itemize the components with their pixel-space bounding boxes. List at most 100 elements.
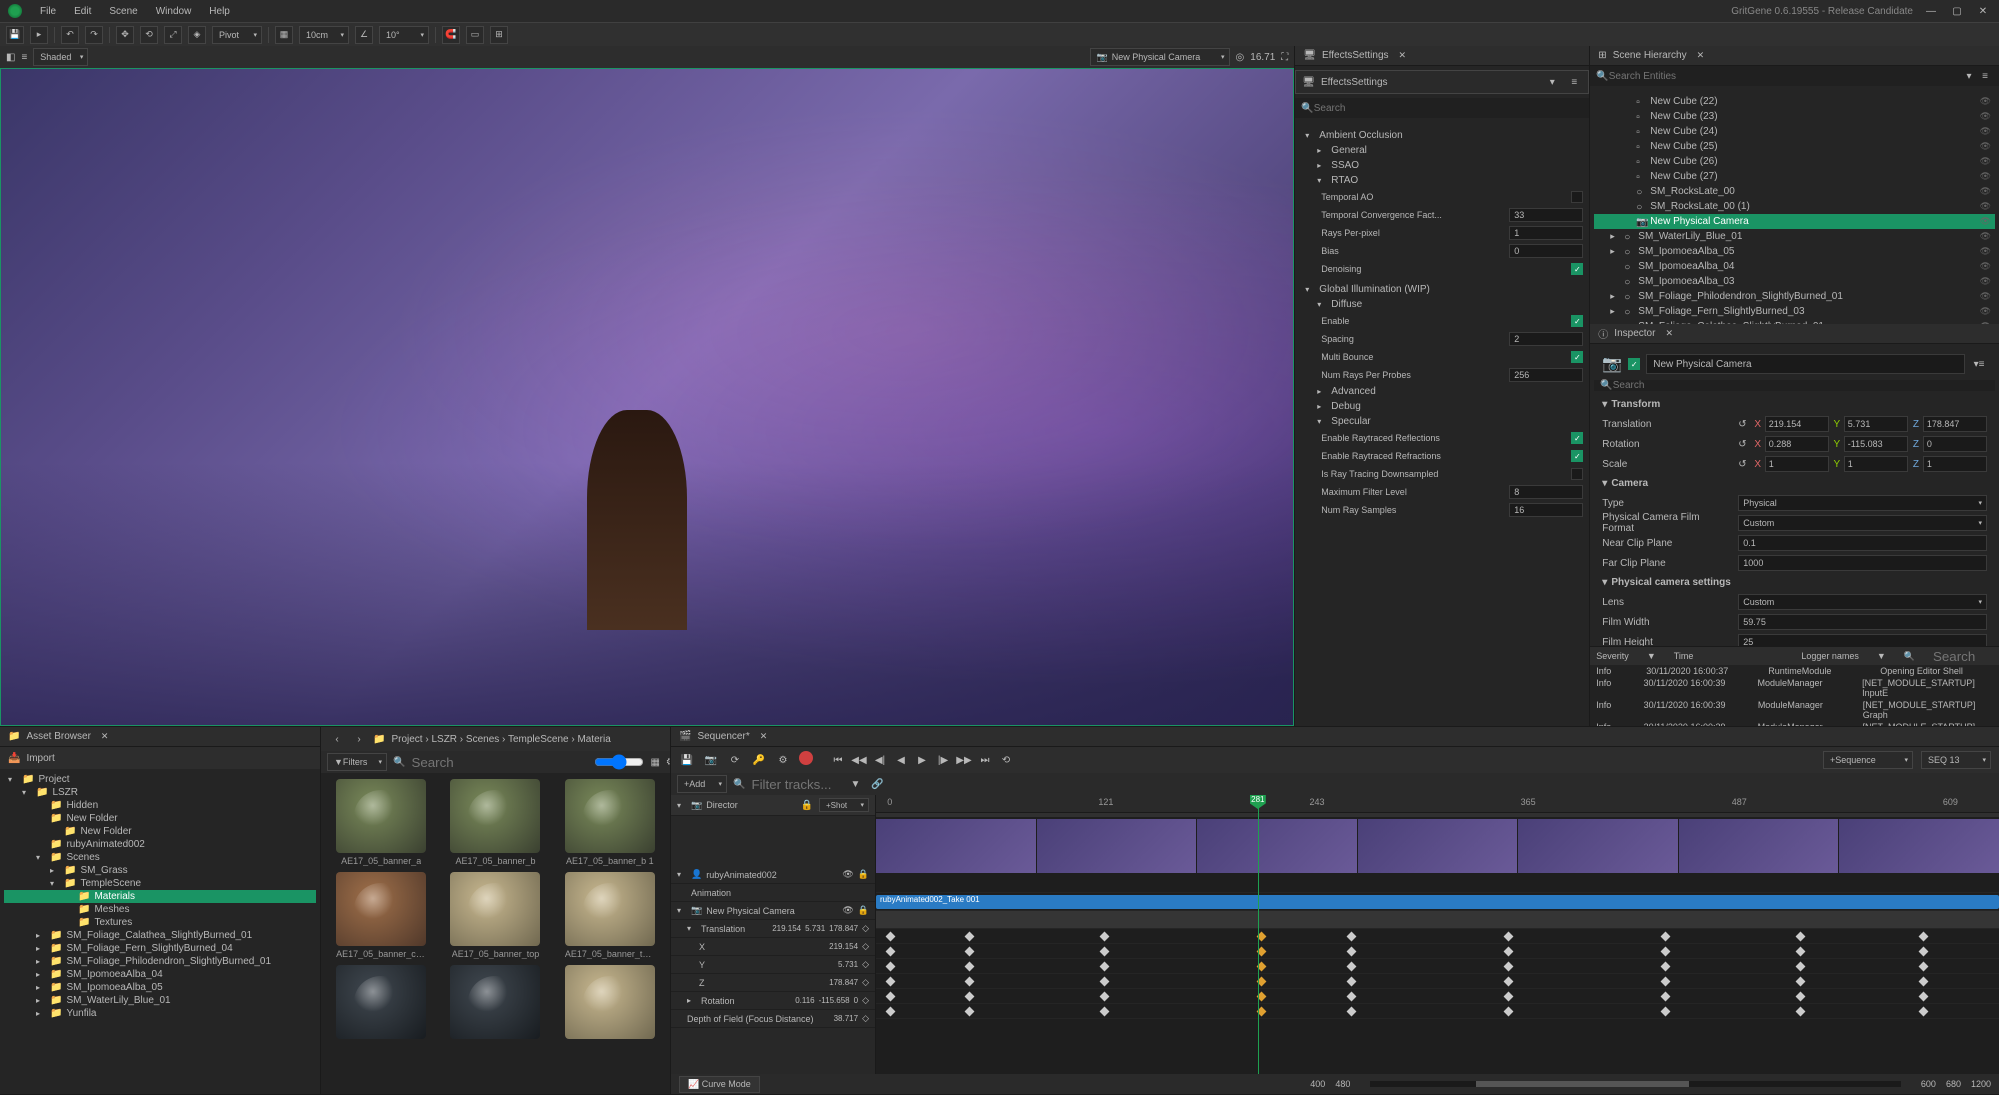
keyframe[interactable] (1503, 962, 1513, 972)
effects-search[interactable]: 🔍 (1295, 98, 1589, 118)
log-severity-header[interactable]: Severity (1596, 651, 1629, 661)
lens-dropdown[interactable]: Custom (1738, 594, 1987, 610)
camera-track[interactable]: New Physical Camera (706, 906, 795, 916)
asset-item[interactable]: AE17_05_banner_top 1 (556, 872, 664, 959)
tree-item[interactable]: ▸📁SM_IpomoeaAlba_05 (4, 981, 316, 994)
x-track[interactable]: X (699, 942, 705, 952)
close-icon[interactable]: ✕ (1975, 3, 1991, 19)
film-format-dropdown[interactable]: Custom (1738, 515, 1987, 531)
hierarchy-item[interactable]: ▫New Cube (22)👁 (1594, 94, 1995, 109)
camera-section[interactable]: ▾Camera (1594, 474, 1995, 493)
record-button[interactable] (799, 751, 813, 765)
nrpp-input[interactable]: 256 (1509, 368, 1583, 382)
keyframe[interactable] (1919, 932, 1929, 942)
y-track[interactable]: Y (699, 960, 705, 970)
hierarchy-item[interactable]: ▸○SM_IpomoeaAlba_05👁 (1594, 244, 1995, 259)
asset-item[interactable] (556, 965, 664, 1042)
aperture-icon[interactable]: ◎ (1236, 52, 1245, 63)
keyframe[interactable] (964, 992, 974, 1002)
keyframe[interactable] (1099, 932, 1109, 942)
keyframe[interactable] (1503, 1007, 1513, 1017)
save-icon[interactable]: 💾 (6, 26, 24, 44)
keyframe[interactable] (1661, 992, 1671, 1002)
tree-item[interactable]: 📁New Folder (4, 825, 316, 838)
tree-item[interactable]: ▸📁SM_WaterLily_Blue_01 (4, 994, 316, 1007)
eye-icon[interactable]: 👁 (1980, 186, 1991, 197)
keyframe[interactable] (1919, 977, 1929, 987)
menu-file[interactable]: File (40, 6, 56, 17)
hierarchy-search[interactable]: 🔍 ▾ ≡ (1590, 66, 1999, 86)
keyframe[interactable] (1919, 962, 1929, 972)
animation-clip[interactable]: rubyAnimated002_Take 001 (876, 895, 1999, 909)
viewport-layers-icon[interactable]: ◧ (6, 52, 15, 63)
eye-icon[interactable]: 👁 (1980, 201, 1991, 212)
inspector-search-input[interactable] (1613, 380, 1989, 391)
frame-current[interactable]: 600 (1921, 1079, 1936, 1089)
z-track[interactable]: Z (699, 978, 705, 988)
filter-icon[interactable]: ▼ (1647, 651, 1656, 661)
eye-icon[interactable]: 👁 (1980, 276, 1991, 287)
step-back-icon[interactable]: ◀| (871, 751, 889, 769)
keyframe[interactable] (1346, 932, 1356, 942)
keyframe[interactable] (1503, 977, 1513, 987)
keyframe[interactable] (1795, 932, 1805, 942)
tcf-input[interactable]: 33 (1509, 208, 1583, 222)
menu-edit[interactable]: Edit (74, 6, 91, 17)
keyframe[interactable] (964, 947, 974, 957)
universal-icon[interactable]: ◈ (188, 26, 206, 44)
tree-item[interactable]: ▾📁TempleScene (4, 877, 316, 890)
keyframe[interactable] (1919, 992, 1929, 1002)
rotation-track[interactable]: Rotation (701, 996, 735, 1006)
filter-icon[interactable]: ▾ (1544, 74, 1560, 90)
fullscreen-icon[interactable]: ⛶ (1281, 52, 1288, 63)
tree-item[interactable]: ▸📁Yunfila (4, 1007, 316, 1020)
temporal-ao-checkbox[interactable] (1571, 191, 1583, 203)
asset-item[interactable]: AE17_05_banner_center (327, 872, 435, 959)
eye-icon[interactable]: 👁 (1980, 171, 1991, 182)
menu-window[interactable]: Window (156, 6, 192, 17)
grid-spacing-dropdown[interactable]: 10cm (299, 26, 349, 44)
inspector-search[interactable]: 🔍 (1594, 380, 1995, 391)
bias-input[interactable]: 0 (1509, 244, 1583, 258)
rot-y[interactable]: -115.083 (1844, 436, 1908, 452)
keyframe-row[interactable] (876, 974, 1999, 989)
gi-enable-checkbox[interactable]: ✓ (1571, 315, 1583, 327)
hierarchy-item[interactable]: ▫New Cube (26)👁 (1594, 154, 1995, 169)
key-icon[interactable]: ◇ (862, 977, 869, 988)
menu-scene[interactable]: Scene (109, 6, 137, 17)
key-icon[interactable]: ◇ (862, 995, 869, 1006)
log-search-input[interactable] (1933, 649, 1993, 664)
keyframe[interactable] (886, 977, 896, 987)
tree-item[interactable]: ▸📁SM_Grass (4, 864, 316, 877)
eye-icon[interactable]: 👁 (1980, 246, 1991, 257)
keyframe[interactable] (1661, 932, 1671, 942)
keyframe-row[interactable] (876, 989, 1999, 1004)
trans-z[interactable]: 178.847 (1923, 416, 1987, 432)
settings-icon[interactable]: ⚙ (775, 752, 791, 768)
keyframe[interactable] (1919, 1007, 1929, 1017)
menu-help[interactable]: Help (209, 6, 230, 17)
inspector-tab[interactable]: ⓘ Inspector ✕ (1590, 324, 1999, 344)
eye-icon[interactable]: 👁 (1980, 261, 1991, 272)
add-sequence-button[interactable]: + Sequence (1823, 751, 1913, 769)
minimize-icon[interactable]: — (1923, 3, 1939, 19)
hierarchy-item[interactable]: ▸○SM_Foliage_Philodendron_SlightlyBurned… (1594, 289, 1995, 304)
log-logger-header[interactable]: Logger names (1801, 651, 1859, 661)
eye-icon[interactable]: 👁 (1980, 126, 1991, 137)
3d-viewport[interactable] (0, 68, 1294, 726)
dof-track[interactable]: Depth of Field (Focus Distance) (687, 1014, 814, 1024)
hierarchy-item[interactable]: ▫New Cube (25)👁 (1594, 139, 1995, 154)
frame-in[interactable]: 480 (1335, 1079, 1350, 1089)
thumb-size-slider[interactable] (594, 754, 644, 770)
tree-item[interactable]: ▾📁Scenes (4, 851, 316, 864)
asset-item[interactable]: AE17_05_banner_b 1 (556, 779, 664, 866)
key-icon[interactable]: 🔑 (751, 752, 767, 768)
general-group[interactable]: ▸General (1305, 143, 1585, 158)
rot-x[interactable]: 0.288 (1765, 436, 1829, 452)
keyframe[interactable] (1795, 947, 1805, 957)
film-width-input[interactable]: 59.75 (1738, 614, 1987, 630)
hierarchy-tab[interactable]: ⊞ Scene Hierarchy ✕ (1590, 46, 1999, 66)
keyframe[interactable] (964, 977, 974, 987)
timeline-scrollbar[interactable] (1476, 1081, 1688, 1087)
sequencer-tab[interactable]: 🎬 Sequencer* ✕ (671, 727, 1999, 747)
